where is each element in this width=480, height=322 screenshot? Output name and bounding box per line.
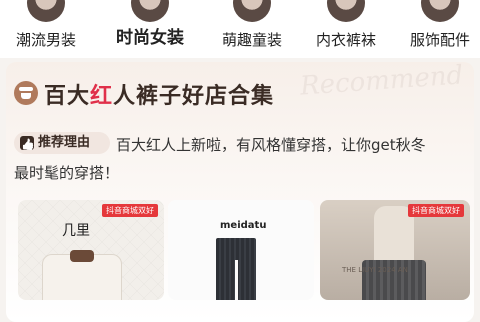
category-label: 服饰配件 bbox=[409, 31, 470, 49]
promo-tag: 抖音商城双好 bbox=[408, 204, 464, 217]
promo-tag: 抖音商城双好 bbox=[102, 204, 158, 217]
category-item-kidswear[interactable]: 萌趣童装 bbox=[210, 0, 294, 58]
category-avatar bbox=[233, 0, 271, 22]
category-label: 萌趣童装 bbox=[221, 31, 282, 49]
category-item-womenswear[interactable]: 时尚女装 bbox=[104, 0, 196, 58]
brand-text: meidatu bbox=[220, 220, 267, 231]
category-avatar bbox=[421, 0, 459, 22]
title-prefix: 百大 bbox=[44, 84, 91, 109]
category-label: 潮流男装 bbox=[15, 31, 76, 49]
category-avatar bbox=[327, 0, 365, 22]
brand-text: THE LIUYI 2024 AN bbox=[342, 266, 408, 274]
category-item-accessories[interactable]: 服饰配件 bbox=[398, 0, 480, 58]
category-label: 时尚女装 bbox=[116, 28, 184, 48]
product-card[interactable]: meidatu bbox=[168, 200, 314, 300]
category-item-menswear[interactable]: 潮流男装 bbox=[4, 0, 88, 58]
product-image bbox=[168, 200, 314, 300]
jacket-collar-shape bbox=[70, 250, 94, 262]
brand-text: 几里 bbox=[62, 223, 90, 239]
thumbs-up-icon bbox=[20, 136, 34, 150]
title-highlight: 红 bbox=[90, 84, 114, 109]
product-card[interactable]: 抖音商城双好 几里 bbox=[18, 200, 164, 300]
recommend-reason-badge: 推荐理由 bbox=[14, 132, 110, 154]
category-bar: 潮流男装 时尚女装 萌趣童装 内衣裤袜 服饰配件 bbox=[0, 0, 480, 58]
category-avatar bbox=[131, 0, 169, 22]
product-card[interactable]: 抖音商城双好 THE LIUYI 2024 AN bbox=[320, 200, 470, 300]
reason-badge-label: 推荐理由 bbox=[38, 135, 91, 150]
pants-gap-shape bbox=[235, 260, 238, 300]
title-suffix: 人裤子好店合集 bbox=[113, 84, 275, 109]
store-icon bbox=[14, 81, 38, 105]
category-label: 内衣裤袜 bbox=[315, 31, 376, 49]
reason-text-line1: 百大红人上新啦，有风格懂穿搭，让你get秋冬 bbox=[116, 136, 426, 154]
category-avatar bbox=[27, 0, 65, 22]
category-item-underwear[interactable]: 内衣裤袜 bbox=[304, 0, 388, 58]
collection-title[interactable]: 百大红人裤子好店合集 bbox=[44, 78, 274, 110]
reason-text-line2: 最时髦的穿搭！ bbox=[14, 164, 120, 182]
